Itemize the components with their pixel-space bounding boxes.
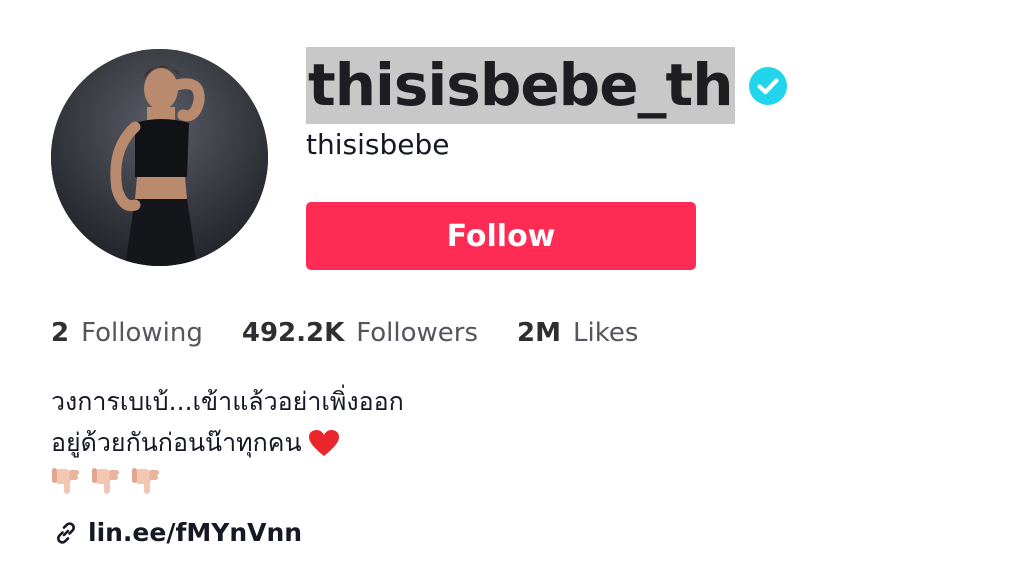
username-row: thisisbebe_th [306, 47, 787, 124]
username: thisisbebe_th [306, 47, 735, 124]
verified-badge-icon [748, 66, 787, 105]
bio-link-text[interactable]: lin.ee/fMYnVnn [88, 518, 302, 547]
bio-text: วงการเบเบ้...เข้าแล้วอย่าเพิ่งออก [51, 387, 404, 416]
avatar-photo [51, 49, 268, 266]
profile-stats: 2 Following 492.2K Followers 2M Likes [51, 318, 677, 348]
avatar[interactable] [51, 49, 268, 266]
stat-likes: 2M Likes [517, 318, 638, 348]
pointing-down-hand-icon [132, 468, 159, 494]
heart-icon [308, 429, 339, 456]
pointing-down-hand-icon [52, 468, 79, 494]
link-icon [57, 521, 75, 544]
stat-value: 492.2K [241, 318, 345, 348]
follow-button[interactable]: Follow [306, 202, 696, 270]
profile-page: thisisbebe_th thisisbebe Follow 2 Follow… [0, 0, 1027, 583]
nickname: thisisbebe [306, 128, 450, 161]
bio-line: อยู่ด้วยกันก่อนน๊าทุกคน [51, 422, 404, 463]
stat-label: Followers [356, 318, 479, 348]
stat-value: 2 [51, 318, 70, 348]
stat-followers[interactable]: 492.2K Followers [242, 318, 478, 348]
emoji-row [51, 465, 404, 496]
bio: วงการเบเบ้...เข้าแล้วอย่าเพิ่งออก อยู่ด้… [51, 381, 404, 496]
stat-label: Likes [573, 318, 639, 348]
bio-link[interactable]: lin.ee/fMYnVnn [53, 518, 302, 547]
stat-label: Following [81, 318, 203, 348]
stat-following[interactable]: 2 Following [51, 318, 203, 348]
bio-text: อยู่ด้วยกันก่อนน๊าทุกคน [51, 428, 302, 457]
pointing-down-hand-icon [92, 468, 119, 494]
stat-value: 2M [517, 318, 562, 348]
bio-line: วงการเบเบ้...เข้าแล้วอย่าเพิ่งออก [51, 381, 404, 422]
